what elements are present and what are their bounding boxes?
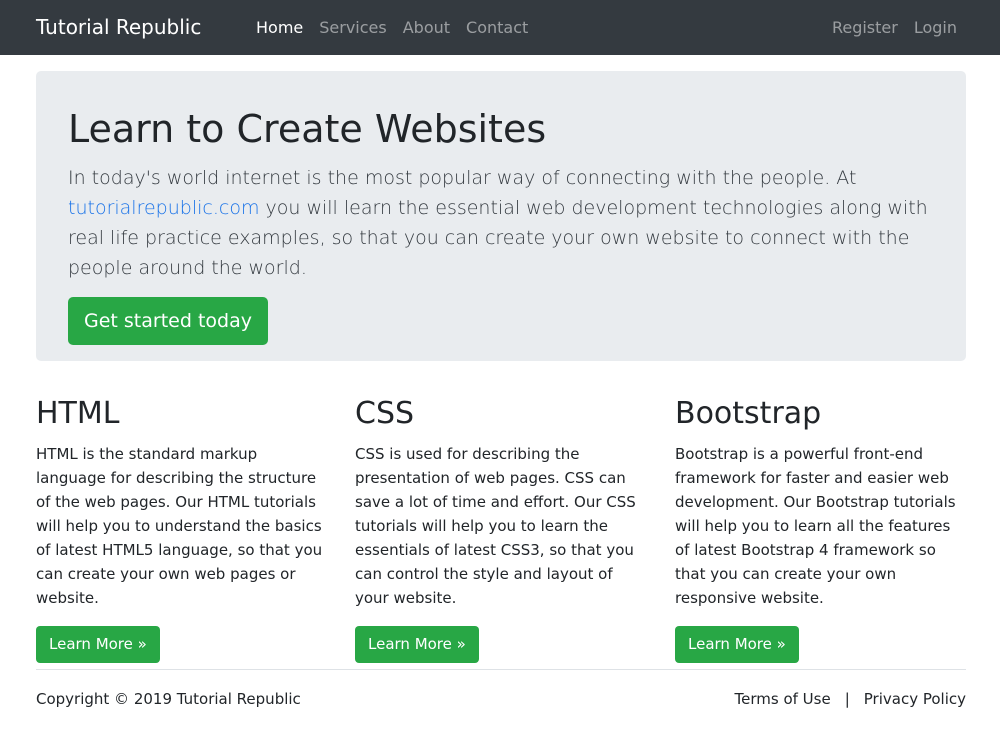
tutorialrepublic-link[interactable]: tutorialrepublic.com [68, 197, 259, 219]
footer-separator: | [845, 689, 850, 709]
html-description: HTML is the standard markup language for… [36, 442, 328, 610]
nav-login-link[interactable]: Login [914, 0, 957, 55]
bootstrap-heading: Bootstrap [675, 392, 967, 436]
privacy-policy-link[interactable]: Privacy Policy [864, 689, 966, 709]
nav-home-link[interactable]: Home [256, 0, 303, 55]
nav-register-link[interactable]: Register [832, 0, 898, 55]
css-description: CSS is used for describing the presentat… [355, 442, 647, 610]
bootstrap-description: Bootstrap is a powerful front-end framew… [675, 442, 967, 610]
nav-services-link[interactable]: Services [319, 0, 386, 55]
hero-title: Learn to Create Websites [68, 107, 934, 153]
css-column: CSS CSS is used for describing the prese… [355, 392, 647, 663]
footer-copyright: Copyright © 2019 Tutorial Republic [36, 689, 301, 709]
bootstrap-column: Bootstrap Bootstrap is a powerful front-… [675, 392, 967, 663]
nav-account: Register Login [832, 0, 957, 55]
html-learn-more-button[interactable]: Learn More » [36, 626, 160, 663]
css-heading: CSS [355, 392, 647, 436]
nav-main: Home Services About Contact [256, 0, 528, 55]
hero-lead-prefix: In today's world internet is the most po… [68, 167, 856, 189]
nav-about-link[interactable]: About [403, 0, 450, 55]
html-heading: HTML [36, 392, 328, 436]
hero-jumbotron: Learn to Create Websites In today's worl… [36, 71, 966, 361]
bootstrap-learn-more-button[interactable]: Learn More » [675, 626, 799, 663]
hero-lead: In today's world internet is the most po… [68, 163, 938, 283]
nav-contact-link[interactable]: Contact [466, 0, 528, 55]
footer-divider [36, 669, 966, 670]
html-column: HTML HTML is the standard markup languag… [36, 392, 328, 663]
terms-of-use-link[interactable]: Terms of Use [735, 689, 831, 709]
navbar: Tutorial Republic Home Services About Co… [0, 0, 1000, 55]
get-started-button[interactable]: Get started today [68, 297, 268, 345]
brand-link[interactable]: Tutorial Republic [36, 0, 201, 55]
css-learn-more-button[interactable]: Learn More » [355, 626, 479, 663]
footer-links: Terms of Use | Privacy Policy [735, 689, 967, 709]
